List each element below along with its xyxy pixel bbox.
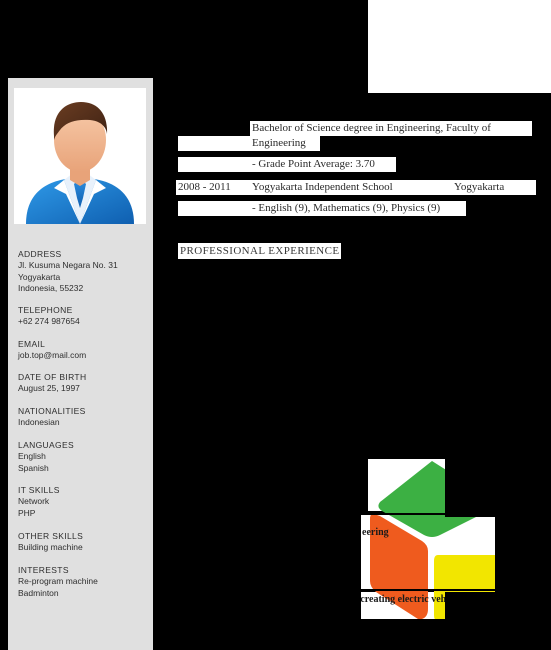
contact-heading: INTERESTS [18,565,69,575]
contact-block-it-skills: IT SKILLS Network PHP [18,484,150,519]
contact-block-date-of-birth: DATE OF BIRTH August 25, 1997 [18,371,150,395]
education-school-location: Yogyakarta [430,180,536,195]
contact-heading: LANGUAGES [18,440,75,450]
contact-block-email: EMAIL job.top@mail.com [18,338,150,362]
contact-line: Building machine [18,542,83,552]
education-degree-line-1: Bachelor of Science degree in Engineerin… [250,121,532,136]
education-degree-line-2: Engineering [250,136,320,151]
contact-line: Spanish [18,462,49,473]
mask-left-strip [330,455,361,650]
mask-bottom [360,619,505,650]
contact-block-languages: LANGUAGES English Spanish [18,439,150,474]
contact-heading: NATIONALITIES [18,406,86,416]
contact-line: Badminton [18,587,59,598]
mask-line-lower [360,589,505,591]
contact-line: Indonesia, 55232 [18,283,84,293]
contact-line: Network [18,496,50,506]
education-period-blank-3 [178,201,250,216]
mask-line-upper [360,513,505,515]
section-heading-professional-experience: PROFESSIONAL EXPERIENCE [178,243,342,259]
contact-line: Re-program machine [18,576,98,586]
contact-block-other-skills: OTHER SKILLS Building machine [18,530,150,554]
contact-line: English [18,451,46,461]
contact-heading: EMAIL [18,339,46,349]
contact-heading: TELEPHONE [18,305,73,315]
document-canvas: ADDRESS Jl. Kusuma Negara No. 31 Yogyaka… [0,0,551,650]
contact-line: Indonesian [18,417,60,427]
contact-heading: ADDRESS [18,249,62,259]
education-period: 2008 - 2011 [176,180,250,195]
education-period-blank-2 [178,157,250,172]
figure-text-fragment-1: eering [362,527,389,538]
education-period-blank-1 [178,136,250,151]
contact-line: +62 274 987654 [18,316,80,326]
person-avatar-icon [14,88,146,224]
education-subjects-line: - English (9), Mathematics (9), Physics … [250,201,466,216]
contact-line: August 25, 1997 [18,383,80,393]
contact-line: Jl. Kusuma Negara No. 31 [18,260,118,270]
contact-line: PHP [18,507,36,518]
contact-block-address: ADDRESS Jl. Kusuma Negara No. 31 Yogyaka… [18,248,150,295]
education-gpa-line: - Grade Point Average: 3.70 [250,157,396,172]
page-panel-top-right [368,0,551,93]
contact-block-interests: INTERESTS Re-program machine Badminton [18,564,150,599]
contact-heading: OTHER SKILLS [18,531,84,541]
avatar [14,88,146,224]
education-school-name: Yogyakarta Independent School [250,180,430,195]
contact-line: Yogyakarta [18,271,61,282]
contact-block-nationalities: NATIONALITIES Indonesian [18,405,150,429]
contact-heading: DATE OF BIRTH [18,372,87,382]
contact-line: job.top@mail.com [18,350,87,360]
contact-heading: IT SKILLS [18,485,60,495]
contact-block-telephone: TELEPHONE +62 274 987654 [18,304,150,328]
